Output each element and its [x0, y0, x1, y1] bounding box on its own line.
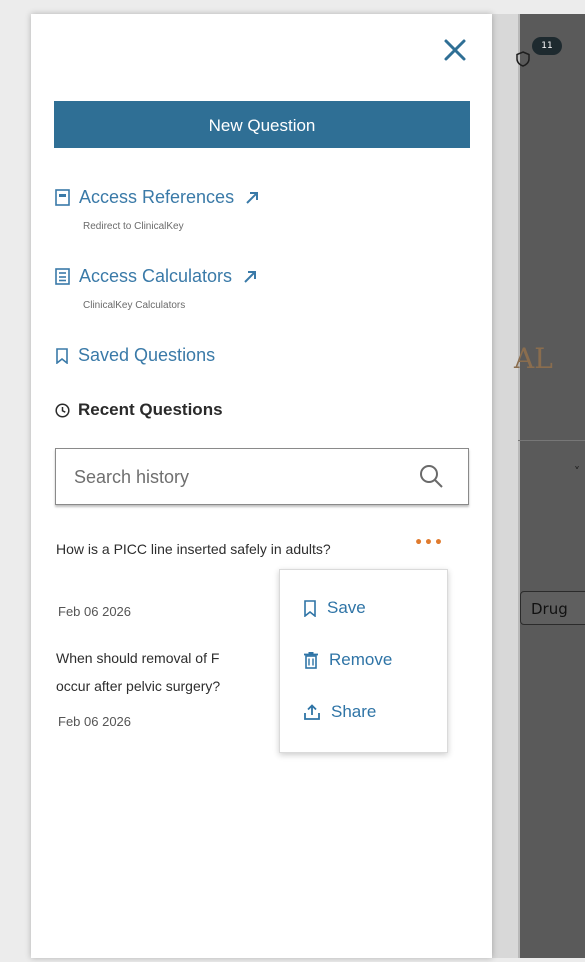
- search-icon[interactable]: [418, 463, 444, 489]
- access-calculators-subtitle: ClinicalKey Calculators: [83, 300, 186, 311]
- background-heading-fragment: AL: [514, 342, 553, 375]
- menu-remove-label: Remove: [329, 650, 393, 669]
- access-references-link[interactable]: Access References: [55, 187, 269, 208]
- menu-share-item[interactable]: Share: [303, 702, 376, 722]
- menu-remove-item[interactable]: Remove: [303, 650, 392, 670]
- notification-badge: 11: [532, 37, 562, 55]
- history-item-date: Feb 06 2026: [58, 714, 132, 729]
- drug-filter-chip[interactable]: Drug: [520, 591, 585, 625]
- close-icon[interactable]: [439, 34, 471, 66]
- access-references-subtitle: Redirect to ClinicalKey: [83, 221, 184, 232]
- share-icon: [304, 703, 320, 720]
- bookmark-icon: [304, 599, 316, 617]
- background-app: [492, 14, 585, 958]
- external-link-icon: [246, 191, 259, 204]
- calculator-icon: [55, 268, 70, 285]
- recent-questions-heading: Recent Questions: [55, 400, 223, 420]
- background-divider: [518, 440, 585, 441]
- external-link-icon: [244, 270, 257, 283]
- trash-icon: [304, 652, 318, 669]
- saved-questions-label: Saved Questions: [78, 345, 216, 365]
- chevron-down-icon: ˅: [574, 465, 580, 479]
- access-calculators-label: Access Calculators: [79, 266, 233, 286]
- history-item-question[interactable]: How is a PICC line inserted safely in ad…: [56, 535, 386, 563]
- app-edge: [492, 14, 518, 958]
- book-icon: [55, 189, 70, 206]
- menu-save-item[interactable]: Save: [303, 598, 366, 618]
- new-question-button[interactable]: New Question: [54, 101, 470, 148]
- access-calculators-link[interactable]: Access Calculators: [55, 266, 267, 287]
- menu-share-label: Share: [331, 702, 377, 721]
- search-history-box: [55, 448, 469, 506]
- app-divider: [518, 14, 520, 958]
- recent-questions-label: Recent Questions: [78, 400, 223, 419]
- menu-save-label: Save: [327, 598, 366, 617]
- more-options-button[interactable]: •••: [413, 536, 445, 552]
- history-context-menu: Save Remove Share: [279, 569, 448, 753]
- clock-icon: [55, 402, 70, 418]
- history-item-date: Feb 06 2026: [58, 604, 132, 619]
- saved-questions-link[interactable]: Saved Questions: [55, 345, 215, 366]
- bookmark-icon: [56, 347, 68, 364]
- shield-icon: [516, 51, 530, 67]
- access-references-label: Access References: [79, 187, 235, 207]
- search-history-input[interactable]: [72, 449, 406, 506]
